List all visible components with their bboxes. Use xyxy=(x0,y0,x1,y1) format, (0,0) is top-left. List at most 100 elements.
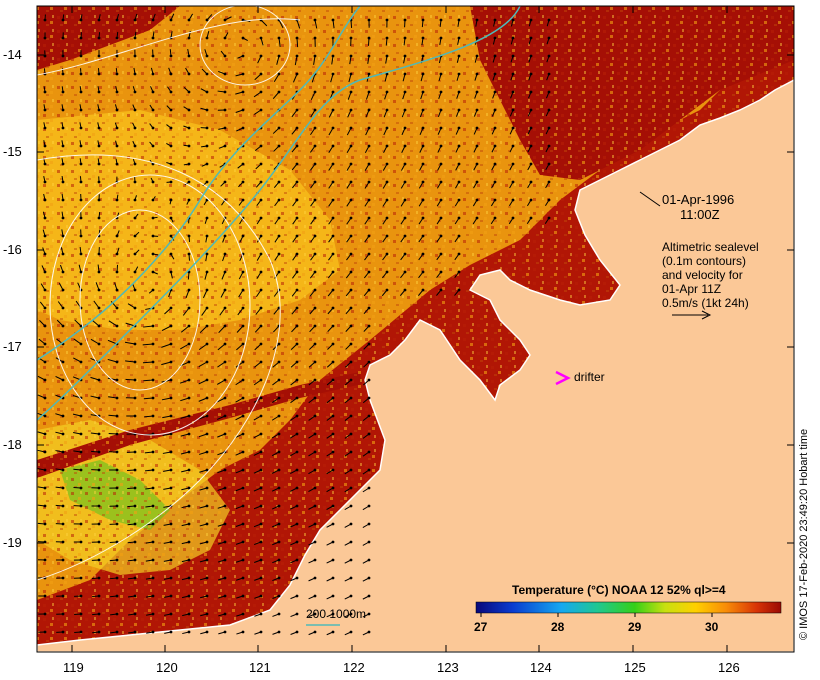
velocity-arrow-origin xyxy=(331,36,335,40)
velocity-arrow-origin xyxy=(79,144,83,148)
velocity-arrow-origin xyxy=(115,594,119,598)
velocity-arrow-origin xyxy=(241,630,245,634)
velocity-arrow-origin xyxy=(295,504,299,508)
velocity-arrow-origin xyxy=(61,216,65,220)
velocity-arrow-origin xyxy=(97,432,101,436)
velocity-arrow-origin xyxy=(61,162,65,166)
velocity-arrow-origin xyxy=(223,468,227,472)
velocity-arrow-origin xyxy=(295,576,299,580)
velocity-arrow-origin xyxy=(223,504,227,508)
velocity-arrow-origin xyxy=(133,342,137,346)
velocity-arrow-origin xyxy=(43,540,47,544)
velocity-arrow-origin xyxy=(97,378,101,382)
velocity-arrow-origin xyxy=(205,144,209,148)
velocity-arrow-origin xyxy=(151,594,155,598)
velocity-arrow-origin xyxy=(367,36,371,40)
velocity-arrow-origin xyxy=(349,468,353,472)
velocity-arrow-origin xyxy=(115,108,119,112)
velocity-arrow-origin xyxy=(295,162,299,166)
velocity-arrow-origin xyxy=(295,432,299,436)
velocity-arrow-origin xyxy=(133,594,137,598)
velocity-arrow-origin xyxy=(259,396,263,400)
velocity-arrow-origin xyxy=(241,558,245,562)
velocity-arrow-origin xyxy=(223,414,227,418)
velocity-arrow-origin xyxy=(169,522,173,526)
velocity-arrow-origin xyxy=(205,162,209,166)
velocity-arrow-origin xyxy=(151,324,155,328)
velocity-arrow-origin xyxy=(493,54,497,58)
velocity-arrow-origin xyxy=(403,234,407,238)
velocity-arrow-origin xyxy=(223,432,227,436)
velocity-arrow-origin xyxy=(115,378,119,382)
velocity-arrow-origin xyxy=(367,288,371,292)
drifter-label: drifter xyxy=(574,370,605,384)
velocity-arrow-origin xyxy=(61,450,65,454)
velocity-arrow-origin xyxy=(187,18,191,22)
velocity-arrow-origin xyxy=(367,414,371,418)
velocity-arrow-origin xyxy=(79,198,83,202)
velocity-arrow-origin xyxy=(349,504,353,508)
velocity-arrow-origin xyxy=(259,360,263,364)
velocity-arrow-origin xyxy=(349,342,353,346)
legend-line: 0.5m/s (1kt 24h) xyxy=(662,296,749,310)
velocity-arrow-origin xyxy=(385,144,389,148)
velocity-arrow-origin xyxy=(133,162,137,166)
velocity-arrow-origin xyxy=(367,18,371,22)
velocity-arrow-origin xyxy=(79,594,83,598)
velocity-arrow-origin xyxy=(367,504,371,508)
velocity-arrow-origin xyxy=(115,54,119,58)
velocity-arrow-origin xyxy=(367,558,371,562)
y-tick-label: -16 xyxy=(3,242,22,257)
velocity-arrow-origin xyxy=(61,432,65,436)
velocity-arrow-origin xyxy=(115,36,119,40)
velocity-arrow-origin xyxy=(313,108,317,112)
velocity-arrow-origin xyxy=(151,180,155,184)
velocity-arrow-origin xyxy=(367,450,371,454)
velocity-arrow-origin xyxy=(547,198,551,202)
velocity-arrow-origin xyxy=(331,342,335,346)
velocity-arrow-origin xyxy=(151,36,155,40)
velocity-arrow-origin xyxy=(349,162,353,166)
velocity-arrow-origin xyxy=(187,576,191,580)
velocity-arrow-origin xyxy=(169,90,173,94)
velocity-arrow-origin xyxy=(43,450,47,454)
velocity-arrow-origin xyxy=(79,54,83,58)
velocity-arrow-origin xyxy=(205,234,209,238)
velocity-arrow-origin xyxy=(133,36,137,40)
velocity-arrow-origin xyxy=(97,90,101,94)
velocity-arrow-origin xyxy=(277,612,281,616)
velocity-arrow-origin xyxy=(61,72,65,76)
velocity-arrow-origin xyxy=(367,432,371,436)
velocity-arrow-origin xyxy=(457,18,461,22)
velocity-arrow-origin xyxy=(133,234,137,238)
velocity-arrow-origin xyxy=(187,540,191,544)
velocity-arrow-origin xyxy=(115,504,119,508)
velocity-arrow-origin xyxy=(205,378,209,382)
velocity-arrow-origin xyxy=(475,126,479,130)
velocity-arrow-origin xyxy=(241,486,245,490)
velocity-arrow-origin xyxy=(43,198,47,202)
velocity-arrow-origin xyxy=(151,576,155,580)
velocity-arrow-origin xyxy=(169,396,173,400)
velocity-arrow-origin xyxy=(241,522,245,526)
velocity-arrow-origin xyxy=(169,486,173,490)
velocity-arrow-origin xyxy=(223,252,227,256)
y-tick-label: -14 xyxy=(3,47,22,62)
velocity-arrow-origin xyxy=(169,414,173,418)
velocity-arrow-origin xyxy=(331,468,335,472)
velocity-arrow-origin xyxy=(133,144,137,148)
velocity-arrow-origin xyxy=(367,594,371,598)
velocity-arrow-origin xyxy=(295,450,299,454)
velocity-arrow-origin xyxy=(493,180,497,184)
velocity-arrow-origin xyxy=(547,72,551,76)
velocity-arrow-origin xyxy=(43,216,47,220)
velocity-arrow-origin xyxy=(151,540,155,544)
velocity-arrow-origin xyxy=(223,288,227,292)
velocity-arrow-origin xyxy=(133,396,137,400)
velocity-arrow-origin xyxy=(331,180,335,184)
velocity-arrow-origin xyxy=(439,162,443,166)
velocity-arrow-origin xyxy=(277,180,281,184)
velocity-arrow-origin xyxy=(421,252,425,256)
velocity-arrow-origin xyxy=(529,36,533,40)
velocity-arrow-origin xyxy=(241,414,245,418)
